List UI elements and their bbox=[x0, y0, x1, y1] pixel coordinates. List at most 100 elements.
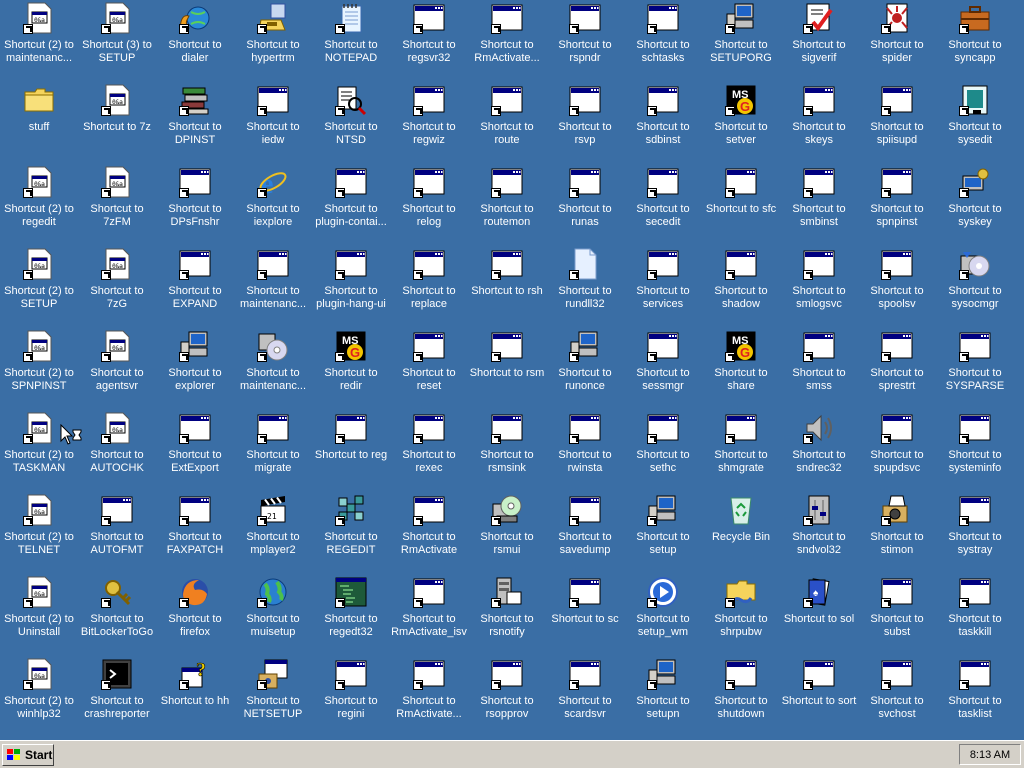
desktop-icon-shortcut-to-rsm[interactable]: Shortcut to rsm bbox=[468, 328, 546, 410]
desktop-icon-shortcut-to-regsvr32[interactable]: Shortcut to regsvr32 bbox=[390, 0, 468, 82]
desktop-icon-shortcut-to-smlogsvc[interactable]: Shortcut to smlogsvc bbox=[780, 246, 858, 328]
desktop-icon-shortcut-2-to-regedit[interactable]: 0&a Shortcut (2) to regedit bbox=[0, 164, 78, 246]
desktop-icon-shortcut-to-rspndr[interactable]: Shortcut to rspndr bbox=[546, 0, 624, 82]
desktop-icon-shortcut-to-subst[interactable]: Shortcut to subst bbox=[858, 574, 936, 656]
desktop-icon-shortcut-to-setuporg[interactable]: Shortcut to SETUPORG bbox=[702, 0, 780, 82]
desktop-icon-shortcut-to-mplayer2[interactable]: 21 Shortcut to mplayer2 bbox=[234, 492, 312, 574]
desktop-icon-shortcut-to-services[interactable]: Shortcut to services bbox=[624, 246, 702, 328]
desktop-icon-shortcut-to-taskkill[interactable]: Shortcut to taskkill bbox=[936, 574, 1014, 656]
desktop-icon-shortcut-2-to-spnpinst[interactable]: 0&a Shortcut (2) to SPNPINST bbox=[0, 328, 78, 410]
desktop-icon-shortcut-to-autochk[interactable]: 0&a Shortcut to AUTOCHK bbox=[78, 410, 156, 492]
desktop-icon-shortcut-3-to-setup[interactable]: 0&a Shortcut (3) to SETUP bbox=[78, 0, 156, 82]
desktop-icon-shortcut-to-plugin-contai[interactable]: Shortcut to plugin-contai... bbox=[312, 164, 390, 246]
desktop-icon-shortcut-to-sessmgr[interactable]: Shortcut to sessmgr bbox=[624, 328, 702, 410]
desktop-icon-shortcut-to-spider[interactable]: Shortcut to spider bbox=[858, 0, 936, 82]
desktop-icon-shortcut-to-rsnotify[interactable]: Shortcut to rsnotify bbox=[468, 574, 546, 656]
desktop-icon-shortcut-to-rsmui[interactable]: Shortcut to rsmui bbox=[468, 492, 546, 574]
desktop-icon-shortcut-to-iedw[interactable]: Shortcut to iedw bbox=[234, 82, 312, 164]
desktop-icon-shortcut-to-plugin-hang-ui[interactable]: Shortcut to plugin-hang-ui bbox=[312, 246, 390, 328]
desktop-icon-shortcut-to-replace[interactable]: Shortcut to replace bbox=[390, 246, 468, 328]
desktop-icon-shortcut-to-sysparse[interactable]: Shortcut to SYSPARSE bbox=[936, 328, 1014, 410]
desktop-icon-shortcut-to-routemon[interactable]: Shortcut to routemon bbox=[468, 164, 546, 246]
desktop-icon-shortcut-to-firefox[interactable]: Shortcut to firefox bbox=[156, 574, 234, 656]
desktop-icon-shortcut-to-regedt32[interactable]: Shortcut to regedt32 bbox=[312, 574, 390, 656]
desktop-icon-shortcut-to-secedit[interactable]: Shortcut to secedit bbox=[624, 164, 702, 246]
desktop-icon-shortcut-to-iexplore[interactable]: e Shortcut to iexplore bbox=[234, 164, 312, 246]
desktop-icon-shortcut-to-spnpinst[interactable]: Shortcut to spnpinst bbox=[858, 164, 936, 246]
desktop-icon-shortcut-to-schtasks[interactable]: Shortcut to schtasks bbox=[624, 0, 702, 82]
desktop-icon-shortcut-to-stimon[interactable]: Shortcut to stimon bbox=[858, 492, 936, 574]
desktop-icon-shortcut-2-to-taskman[interactable]: 0&a Shortcut (2) to TASKMAN bbox=[0, 410, 78, 492]
desktop-icon-shortcut-to-reg[interactable]: Shortcut to reg bbox=[312, 410, 390, 492]
desktop-icon-shortcut-to-ntsd[interactable]: Shortcut to NTSD bbox=[312, 82, 390, 164]
desktop-icon-shortcut-to-7zfm[interactable]: 0&a Shortcut to 7zFM bbox=[78, 164, 156, 246]
desktop-icon-shortcut-to-sfc[interactable]: Shortcut to sfc bbox=[702, 164, 780, 246]
start-button[interactable]: Start bbox=[2, 744, 54, 766]
desktop-icon-shortcut-to-maintenanc[interactable]: Shortcut to maintenanc... bbox=[234, 246, 312, 328]
desktop-icon-shortcut-to-sysocmgr[interactable]: Shortcut to sysocmgr bbox=[936, 246, 1014, 328]
desktop-icon-shortcut-to-sethc[interactable]: Shortcut to sethc bbox=[624, 410, 702, 492]
desktop-icon-shortcut-to-autofmt[interactable]: Shortcut to AUTOFMT bbox=[78, 492, 156, 574]
desktop-icon-shortcut-to-rmactivate[interactable]: Shortcut to RmActivate... bbox=[390, 656, 468, 738]
desktop-icon-shortcut-to-extexport[interactable]: Shortcut to ExtExport bbox=[156, 410, 234, 492]
desktop-icon-shortcut-to-sigverif[interactable]: Shortcut to sigverif bbox=[780, 0, 858, 82]
desktop-icon-shortcut-to-rsmsink[interactable]: Shortcut to rsmsink bbox=[468, 410, 546, 492]
desktop-icon-shortcut-to-sdbinst[interactable]: Shortcut to sdbinst bbox=[624, 82, 702, 164]
desktop-icon-shortcut-to-setup-wm[interactable]: Shortcut to setup_wm bbox=[624, 574, 702, 656]
desktop-icon-stuff[interactable]: stuff bbox=[0, 82, 78, 164]
desktop-icon-shortcut-to-dpsfnshr[interactable]: Shortcut to DPsFnshr bbox=[156, 164, 234, 246]
desktop-icon-shortcut-to-syncapp[interactable]: Shortcut to syncapp bbox=[936, 0, 1014, 82]
desktop-icon-shortcut-to-smbinst[interactable]: Shortcut to smbinst bbox=[780, 164, 858, 246]
desktop-icon-shortcut-2-to-winhlp32[interactable]: 0&a Shortcut (2) to winhlp32 bbox=[0, 656, 78, 738]
desktop-icon-shortcut-to-netsetup[interactable]: Shortcut to NETSETUP bbox=[234, 656, 312, 738]
desktop-icon-shortcut-to-rsopprov[interactable]: Shortcut to rsopprov bbox=[468, 656, 546, 738]
desktop-icon-shortcut-2-to-uninstall[interactable]: 0&a Shortcut (2) to Uninstall bbox=[0, 574, 78, 656]
desktop-icon-shortcut-to-rexec[interactable]: Shortcut to rexec bbox=[390, 410, 468, 492]
desktop-icon-shortcut-to-systeminfo[interactable]: Shortcut to systeminfo bbox=[936, 410, 1014, 492]
desktop-icon-shortcut-to-sndrec32[interactable]: Shortcut to sndrec32 bbox=[780, 410, 858, 492]
desktop-icon-shortcut-to-faxpatch[interactable]: Shortcut to FAXPATCH bbox=[156, 492, 234, 574]
desktop-icon-shortcut-to-relog[interactable]: Shortcut to relog bbox=[390, 164, 468, 246]
desktop-icon-shortcut-to-sysedit[interactable]: Shortcut to sysedit bbox=[936, 82, 1014, 164]
desktop-icon-shortcut-to-7z[interactable]: 0&a Shortcut to 7z bbox=[78, 82, 156, 164]
desktop-icon-shortcut-to-svchost[interactable]: Shortcut to svchost bbox=[858, 656, 936, 738]
desktop-icon-shortcut-to-sndvol32[interactable]: Shortcut to sndvol32 bbox=[780, 492, 858, 574]
desktop-icon-shortcut-to-expand[interactable]: Shortcut to EXPAND bbox=[156, 246, 234, 328]
desktop-icon-shortcut-to-runas[interactable]: Shortcut to runas bbox=[546, 164, 624, 246]
desktop-icon-shortcut-to-sc[interactable]: Shortcut to sc bbox=[546, 574, 624, 656]
desktop-icon-shortcut-to-rmactivate-isv[interactable]: Shortcut to RmActivate_isv bbox=[390, 574, 468, 656]
desktop-icon-shortcut-to-hh[interactable]: ? Shortcut to hh bbox=[156, 656, 234, 738]
desktop-icon-shortcut-to-systray[interactable]: Shortcut to systray bbox=[936, 492, 1014, 574]
desktop-icon-shortcut-to-share[interactable]: MS G Shortcut to share bbox=[702, 328, 780, 410]
desktop-icon-shortcut-to-bitlockertogo[interactable]: Shortcut to BitLockerToGo bbox=[78, 574, 156, 656]
desktop-icon-shortcut-to-redir[interactable]: MS G Shortcut to redir bbox=[312, 328, 390, 410]
desktop-icon-shortcut-to-explorer[interactable]: Shortcut to explorer bbox=[156, 328, 234, 410]
desktop-icon-shortcut-to-migrate[interactable]: Shortcut to migrate bbox=[234, 410, 312, 492]
desktop-icon-shortcut-to-savedump[interactable]: Shortcut to savedump bbox=[546, 492, 624, 574]
desktop-icon-recycle-bin[interactable]: Recycle Bin bbox=[702, 492, 780, 574]
desktop-icon-shortcut-2-to-setup[interactable]: 0&a Shortcut (2) to SETUP bbox=[0, 246, 78, 328]
desktop-icon-shortcut-to-scardsvr[interactable]: Shortcut to scardsvr bbox=[546, 656, 624, 738]
desktop-icon-shortcut-to-shadow[interactable]: Shortcut to shadow bbox=[702, 246, 780, 328]
desktop-icon-shortcut-to-sort[interactable]: Shortcut to sort bbox=[780, 656, 858, 738]
desktop-icon-shortcut-2-to-maintenanc[interactable]: 0&a Shortcut (2) to maintenanc... bbox=[0, 0, 78, 82]
desktop-icon-shortcut-to-setup[interactable]: Shortcut to setup bbox=[624, 492, 702, 574]
desktop-icon-shortcut-to-regwiz[interactable]: Shortcut to regwiz bbox=[390, 82, 468, 164]
desktop-icon-shortcut-to-syskey[interactable]: Shortcut to syskey bbox=[936, 164, 1014, 246]
desktop-icon-shortcut-to-sprestrt[interactable]: Shortcut to sprestrt bbox=[858, 328, 936, 410]
desktop-icon-shortcut-to-crashreporter[interactable]: Shortcut to crashreporter bbox=[78, 656, 156, 738]
desktop-icon-shortcut-to-rmactivate[interactable]: Shortcut to RmActivate bbox=[390, 492, 468, 574]
desktop-icon-shortcut-to-shrpubw[interactable]: Shortcut to shrpubw bbox=[702, 574, 780, 656]
desktop-icon-shortcut-to-agentsvr[interactable]: 0&a Shortcut to agentsvr bbox=[78, 328, 156, 410]
desktop-icon-shortcut-to-rundll32[interactable]: Shortcut to rundll32 bbox=[546, 246, 624, 328]
desktop-icon-shortcut-to-rmactivate[interactable]: Shortcut to RmActivate... bbox=[468, 0, 546, 82]
desktop-icon-shortcut-to-setver[interactable]: MS G Shortcut to setver bbox=[702, 82, 780, 164]
desktop-icon-shortcut-to-dialer[interactable]: Shortcut to dialer bbox=[156, 0, 234, 82]
desktop-icon-shortcut-to-rwinsta[interactable]: Shortcut to rwinsta bbox=[546, 410, 624, 492]
desktop-icon-shortcut-to-setupn[interactable]: Shortcut to setupn bbox=[624, 656, 702, 738]
desktop-icon-shortcut-to-regini[interactable]: Shortcut to regini bbox=[312, 656, 390, 738]
desktop-icon-shortcut-to-runonce[interactable]: Shortcut to runonce bbox=[546, 328, 624, 410]
desktop-icon-shortcut-to-skeys[interactable]: Shortcut to skeys bbox=[780, 82, 858, 164]
desktop-icon-shortcut-to-spoolsv[interactable]: Shortcut to spoolsv bbox=[858, 246, 936, 328]
desktop-icon-shortcut-to-spupdsvc[interactable]: Shortcut to spupdsvc bbox=[858, 410, 936, 492]
